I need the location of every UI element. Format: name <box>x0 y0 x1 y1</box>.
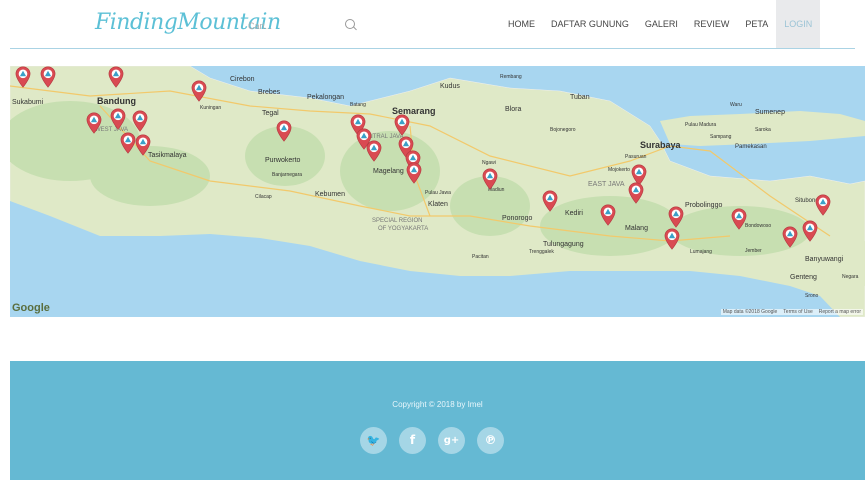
java-map: Sukabumi Bandung WEST JAVA Cirebon Kunin… <box>10 66 865 317</box>
label-lumajang: Lumajang <box>690 249 712 255</box>
label-jember: Jember <box>745 248 762 254</box>
map-data-text: Map data ©2018 Google <box>722 309 778 315</box>
site-header: FindingMountain HOME DAFTAR GUNUNG GALER… <box>0 0 865 50</box>
label-cirebon: Cirebon <box>230 76 255 83</box>
map-attribution: Map data ©2018 Google Terms of Use Repor… <box>720 309 863 315</box>
label-brebes: Brebes <box>258 89 281 96</box>
label-negara: Negara <box>842 274 859 280</box>
label-banjarnegara: Banjarnegara <box>272 172 302 178</box>
label-pasuruan: Pasuruan <box>625 154 647 160</box>
search-input[interactable] <box>248 21 328 31</box>
copyright-text: Copyright © 2018 by Imel <box>392 400 483 409</box>
label-malang: Malang <box>625 225 648 232</box>
label-tulungagung: Tulungagung <box>543 241 584 248</box>
label-tegal: Tegal <box>262 110 279 117</box>
label-purwokerto: Purwokerto <box>265 157 301 164</box>
main-nav: HOME DAFTAR GUNUNG GALERI REVIEW PETA LO… <box>500 0 821 48</box>
search-box <box>248 16 358 34</box>
header-divider <box>10 48 855 49</box>
label-blora: Blora <box>505 106 521 113</box>
label-waru: Waru <box>730 102 742 108</box>
nav-login[interactable]: LOGIN <box>776 0 821 48</box>
label-west-java: WEST JAVA <box>95 127 128 133</box>
nav-home[interactable]: HOME <box>500 0 543 48</box>
label-bondowoso: Bondowoso <box>745 223 771 229</box>
report-error-link[interactable]: Report a map error <box>819 309 861 315</box>
label-tasikmalaya: Tasikmalaya <box>148 152 187 159</box>
nav-galeri[interactable]: GALERI <box>637 0 686 48</box>
label-pamekasan: Pamekasan <box>735 144 767 150</box>
label-kuningan: Kuningan <box>200 105 221 111</box>
search-icon[interactable] <box>345 19 355 29</box>
label-banyuwangi: Banyuwangi <box>805 256 844 263</box>
label-semarang: Semarang <box>392 106 436 116</box>
nav-peta[interactable]: PETA <box>737 0 776 48</box>
label-srono: Srono <box>805 293 819 299</box>
label-pacitan: Pacitan <box>472 254 489 260</box>
label-saroka: Saroka <box>755 127 771 133</box>
label-rembang: Rembang <box>500 74 522 80</box>
label-ngawi: Ngawi <box>482 160 496 166</box>
label-klaten: Klaten <box>428 201 448 208</box>
pinterest-icon[interactable]: ℗ <box>477 427 504 454</box>
label-sampang: Sampang <box>710 134 732 140</box>
label-surabaya: Surabaya <box>640 140 682 150</box>
label-genteng: Genteng <box>790 274 817 281</box>
terms-link[interactable]: Terms of Use <box>783 309 812 315</box>
twitter-icon[interactable]: 🐦 <box>360 427 387 454</box>
google-plus-icon[interactable]: g+ <box>438 427 465 454</box>
label-magelang: Magelang <box>373 168 404 175</box>
nav-daftar-gunung[interactable]: DAFTAR GUNUNG <box>543 0 637 48</box>
google-logo: Google <box>12 302 50 314</box>
social-links: 🐦 f g+ ℗ <box>360 427 504 454</box>
label-bojonegoro: Bojonegoro <box>550 127 576 133</box>
label-batang: Batang <box>350 102 366 108</box>
label-tuban: Tuban <box>570 94 590 101</box>
nav-review[interactable]: REVIEW <box>686 0 738 48</box>
label-probolinggo: Probolinggo <box>685 202 722 209</box>
label-mojokerto: Mojokerto <box>608 167 630 173</box>
label-ponorogo: Ponorogo <box>502 215 532 222</box>
label-of-yogyakarta: OF YOGYAKARTA <box>378 226 428 232</box>
label-sumenep: Sumenep <box>755 109 785 116</box>
label-kebumen: Kebumen <box>315 191 345 198</box>
label-bandung: Bandung <box>97 96 136 106</box>
label-kudus: Kudus <box>440 83 460 90</box>
facebook-icon[interactable]: f <box>399 427 426 454</box>
label-pulau-madura: Pulau Madura <box>685 122 716 128</box>
label-pekalongan: Pekalongan <box>307 94 344 101</box>
label-kediri: Kediri <box>565 210 583 217</box>
label-special-region: SPECIAL REGION <box>372 218 422 224</box>
map-view[interactable]: Sukabumi Bandung WEST JAVA Cirebon Kunin… <box>10 66 865 317</box>
label-cilacap: Cilacap <box>255 194 272 200</box>
label-pulau-jawa: Pulau Jawa <box>425 190 451 196</box>
label-sukabumi: Sukabumi <box>12 99 44 106</box>
label-trenggalek: Trenggalek <box>529 249 554 255</box>
site-footer: Copyright © 2018 by Imel 🐦 f g+ ℗ <box>10 361 865 480</box>
label-east-java: EAST JAVA <box>588 181 625 188</box>
